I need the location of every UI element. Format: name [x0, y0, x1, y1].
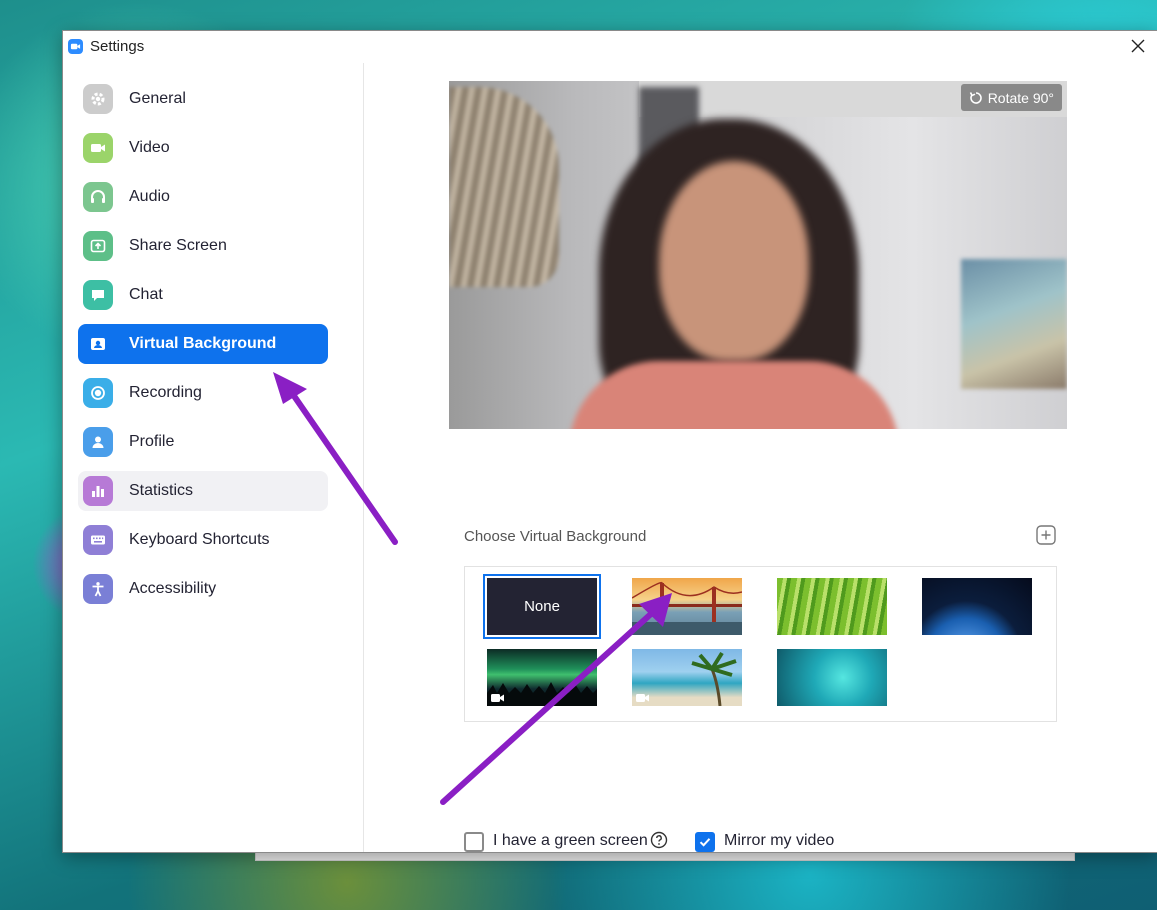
keyboard-icon: [83, 525, 113, 555]
rotate-label: Rotate 90°: [987, 89, 1054, 106]
sidebar-item-label: Accessibility: [129, 580, 217, 597]
sidebar-item-video[interactable]: Video: [78, 128, 328, 168]
sidebar-item-label: Audio: [129, 188, 170, 205]
profile-icon: [83, 427, 113, 457]
video-preview: Rotate 90°: [449, 81, 1067, 429]
green-screen-label: I have a green screen: [493, 832, 648, 849]
background-option-none[interactable]: None: [483, 574, 601, 639]
gear-icon: [83, 84, 113, 114]
sidebar-item-general[interactable]: General: [78, 79, 328, 119]
share-screen-icon: [83, 231, 113, 261]
sidebar-item-label: Share Screen: [129, 237, 227, 254]
settings-sidebar: General Video Audio Share Screen Chat Vi…: [63, 63, 364, 852]
virtual-background-panel: Rotate 90° Choose Virtual Background Non…: [364, 63, 1157, 852]
background-option-earth[interactable]: [922, 578, 1032, 635]
video-icon: [83, 133, 113, 163]
sidebar-item-label: Chat: [129, 286, 163, 303]
sidebar-item-profile[interactable]: Profile: [78, 422, 328, 462]
background-option-grass[interactable]: [777, 578, 887, 635]
bar-chart-icon: [83, 476, 113, 506]
sidebar-item-label: Keyboard Shortcuts: [129, 531, 270, 548]
video-icon: [636, 694, 649, 702]
headphones-icon: [83, 182, 113, 212]
settings-window: Settings General Video Audio Share Scree…: [62, 30, 1157, 853]
window-title: Settings: [90, 38, 145, 55]
bridge-image: [632, 581, 742, 635]
close-icon[interactable]: [1131, 39, 1145, 53]
sidebar-item-label: Virtual Background: [129, 335, 277, 352]
help-icon[interactable]: [650, 831, 668, 849]
sidebar-item-label: Video: [129, 139, 170, 156]
record-icon: [83, 378, 113, 408]
mirror-video-label: Mirror my video: [724, 832, 835, 849]
background-option-forest[interactable]: [777, 649, 887, 706]
plus-icon: [1036, 525, 1056, 545]
sidebar-item-audio[interactable]: Audio: [78, 177, 328, 217]
person-frame-icon: [83, 329, 113, 359]
sidebar-item-accessibility[interactable]: Accessibility: [78, 569, 328, 609]
video-icon: [491, 694, 504, 702]
background-option-golden-gate[interactable]: [632, 578, 742, 635]
sidebar-item-virtual-background[interactable]: Virtual Background: [78, 324, 328, 364]
background-option-beach[interactable]: [632, 649, 742, 706]
checkmark-icon: [699, 838, 711, 847]
mirror-video-checkbox[interactable]: [695, 832, 715, 852]
accessibility-icon: [83, 574, 113, 604]
choose-background-heading: Choose Virtual Background: [464, 528, 647, 545]
sidebar-item-label: Recording: [129, 384, 202, 401]
sidebar-item-recording[interactable]: Recording: [78, 373, 328, 413]
add-background-button[interactable]: [1036, 525, 1056, 545]
chat-icon: [83, 280, 113, 310]
sidebar-item-chat[interactable]: Chat: [78, 275, 328, 315]
zoom-app-icon: [68, 39, 83, 54]
rotate-icon: [969, 91, 982, 104]
background-option-aurora[interactable]: [487, 649, 597, 706]
background-option-label: None: [524, 598, 560, 615]
sidebar-item-share-screen[interactable]: Share Screen: [78, 226, 328, 266]
sidebar-item-label: Profile: [129, 433, 175, 450]
sidebar-item-keyboard-shortcuts[interactable]: Keyboard Shortcuts: [78, 520, 328, 560]
sidebar-item-label: Statistics: [129, 482, 194, 499]
background-gallery: None: [464, 566, 1057, 722]
sidebar-item-statistics[interactable]: Statistics: [78, 471, 328, 511]
sidebar-item-label: General: [129, 90, 186, 107]
title-bar: Settings: [63, 31, 1157, 62]
green-screen-checkbox[interactable]: [464, 832, 484, 852]
rotate-button[interactable]: Rotate 90°: [960, 84, 1062, 111]
